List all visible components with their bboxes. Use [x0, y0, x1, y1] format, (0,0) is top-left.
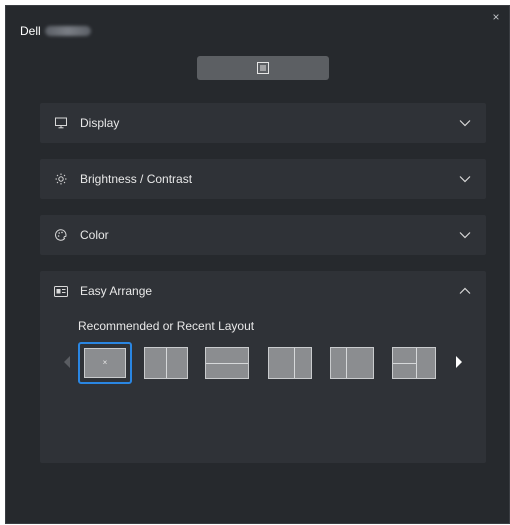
window-title: Dell: [20, 24, 91, 38]
chevron-up-icon: [458, 284, 472, 298]
brightness-label: Brightness / Contrast: [80, 172, 193, 186]
blurred-model-name: [44, 26, 91, 36]
close-icon: ×: [492, 10, 500, 24]
layout-icon: [52, 282, 70, 300]
layout-option-two-columns-wide-left[interactable]: [268, 347, 312, 379]
list-icon: [257, 62, 269, 74]
menu-button[interactable]: [197, 56, 329, 80]
monitor-icon: [52, 114, 70, 132]
layout-option-full[interactable]: ×: [78, 342, 132, 384]
layout-carousel: ×: [64, 342, 464, 386]
color-panel: Color: [40, 215, 486, 255]
brightness-header[interactable]: Brightness / Contrast: [40, 159, 486, 199]
scroll-right-icon[interactable]: [456, 356, 462, 368]
selected-mark: ×: [102, 358, 108, 368]
layout-section-label: Recommended or Recent Layout: [78, 319, 255, 333]
easy-arrange-header[interactable]: Easy Arrange: [40, 271, 486, 311]
layout-thumbnail-full: ×: [84, 348, 126, 378]
easy-arrange-label: Easy Arrange: [80, 284, 153, 298]
scroll-left-icon[interactable]: [64, 356, 70, 368]
layout-option-three-split[interactable]: [392, 347, 436, 379]
layout-option-two-columns[interactable]: [144, 347, 188, 379]
display-header[interactable]: Display: [40, 103, 486, 143]
sun-icon: [52, 170, 70, 188]
close-button[interactable]: ×: [489, 10, 503, 24]
display-panel: Display: [40, 103, 486, 143]
display-label: Display: [80, 116, 120, 130]
color-header[interactable]: Color: [40, 215, 486, 255]
chevron-down-icon: [458, 228, 472, 242]
easy-arrange-panel: Easy Arrange Recommended or Recent Layou…: [40, 271, 486, 463]
palette-icon: [52, 226, 70, 244]
layout-option-two-columns-wide-right[interactable]: [330, 347, 374, 379]
chevron-down-icon: [458, 116, 472, 130]
chevron-down-icon: [458, 172, 472, 186]
app-title: Dell: [20, 24, 41, 38]
brightness-panel: Brightness / Contrast: [40, 159, 486, 199]
color-label: Color: [80, 228, 109, 242]
layout-option-two-rows[interactable]: [205, 347, 249, 379]
window: Dell × Display Brightness / Contrast Col…: [5, 5, 510, 524]
